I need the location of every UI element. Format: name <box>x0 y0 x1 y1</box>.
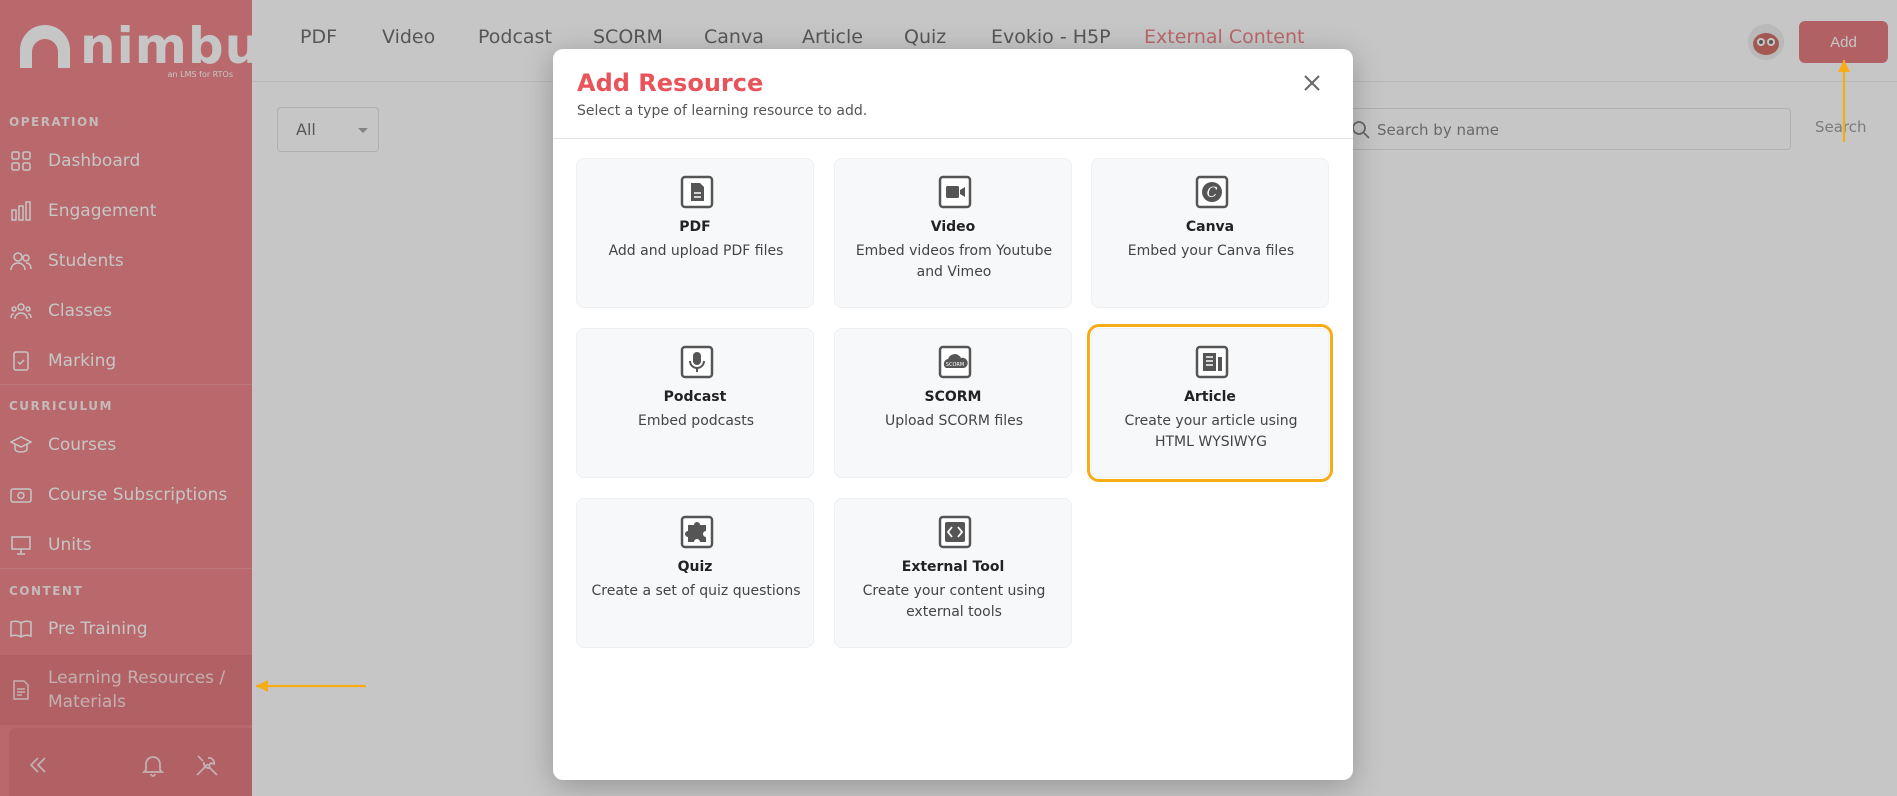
resource-card-external-tool[interactable]: External Tool Create your content using … <box>834 498 1072 648</box>
annotation-arrow-left <box>256 680 366 692</box>
resource-card-canva[interactable]: C Canva Embed your Canva files <box>1091 158 1329 308</box>
card-title: Quiz <box>677 559 713 575</box>
scorm-cloud-icon: SCORM <box>938 345 972 379</box>
pdf-file-icon <box>680 175 714 209</box>
card-description: Create your content using external tools <box>862 583 1046 620</box>
close-icon <box>1304 75 1320 91</box>
resource-card-pdf[interactable]: PDF Add and upload PDF files <box>576 158 814 308</box>
card-title: Article <box>1184 389 1236 405</box>
card-title: Video <box>930 219 976 235</box>
modal-subtitle: Select a type of learning resource to ad… <box>577 103 868 119</box>
resource-card-video[interactable]: Video Embed videos from Youtube and Vime… <box>834 158 1072 308</box>
canva-icon: C <box>1195 175 1229 209</box>
add-resource-modal: Add Resource Select a type of learning r… <box>553 49 1353 780</box>
resource-card-scorm[interactable]: SCORM SCORM Upload SCORM files <box>834 328 1072 478</box>
video-camera-icon <box>938 175 972 209</box>
card-title: Podcast <box>663 389 727 405</box>
card-title: External Tool <box>901 559 1005 575</box>
resource-card-podcast[interactable]: Podcast Embed podcasts <box>576 328 814 478</box>
card-title: PDF <box>679 219 711 235</box>
card-title: Canva <box>1185 219 1235 235</box>
card-description: Add and upload PDF files <box>608 243 784 259</box>
card-title: SCORM <box>924 389 982 405</box>
close-button[interactable] <box>1298 69 1326 97</box>
annotation-arrow-up <box>1838 60 1850 142</box>
svg-text:C: C <box>1207 185 1218 201</box>
article-icon <box>1195 345 1229 379</box>
resource-card-quiz[interactable]: Quiz Create a set of quiz questions <box>576 498 814 648</box>
modal-title: Add Resource <box>577 69 764 97</box>
card-description: Embed videos from Youtube and Vimeo <box>855 243 1053 280</box>
card-description: Create a set of quiz questions <box>591 583 801 599</box>
puzzle-icon <box>680 515 714 549</box>
card-description: Embed your Canva files <box>1127 243 1295 259</box>
card-description: Embed podcasts <box>637 413 754 429</box>
microphone-icon <box>680 345 714 379</box>
code-icon <box>938 515 972 549</box>
card-description: Upload SCORM files <box>884 413 1024 429</box>
resource-card-article[interactable]: Article Create your article using HTML W… <box>1087 324 1333 482</box>
svg-text:SCORM: SCORM <box>946 362 964 368</box>
card-description: Create your article using HTML WYSIWYG <box>1124 413 1298 450</box>
modal-divider <box>553 138 1353 139</box>
